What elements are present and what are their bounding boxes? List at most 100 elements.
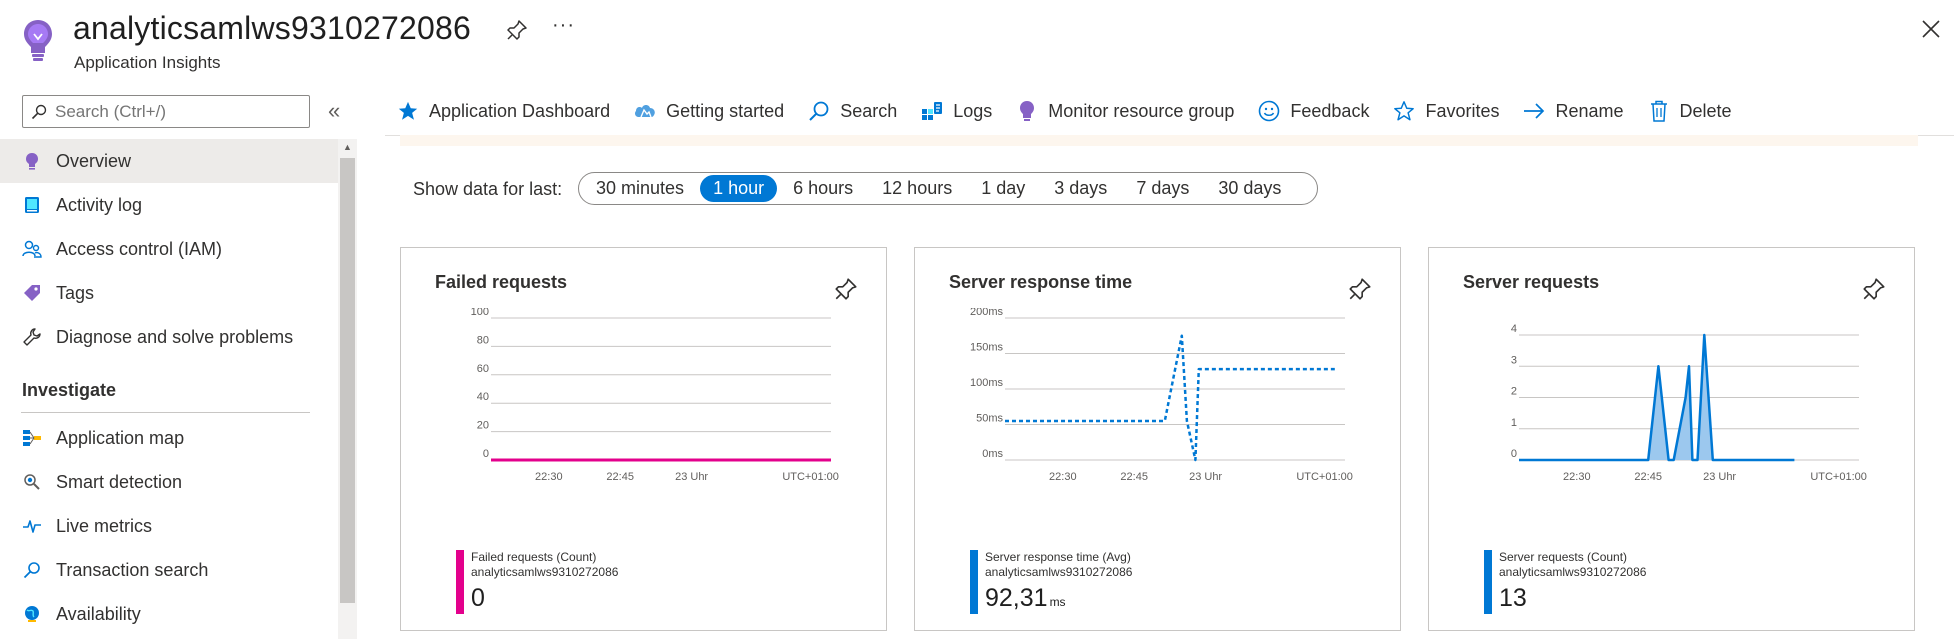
failed-requests-card[interactable]: Failed requests 100 80 60 40 20 0 22:30 22:45 23…	[400, 247, 887, 631]
legend-resource-name: analyticsamlws9310272086	[471, 565, 619, 579]
card-title: Server response time	[949, 272, 1133, 292]
application-dashboard-button[interactable]: Application Dashboard	[395, 98, 610, 124]
toolbar-label: Getting started	[666, 100, 785, 121]
y-tick-label: 150ms	[970, 342, 1004, 354]
sidebar-item-label: Tags	[56, 282, 95, 303]
sidebar-item-label: Diagnose and solve problems	[56, 326, 294, 347]
more-options-icon[interactable]: ···	[552, 14, 575, 37]
x-tick-label: 22:30	[1563, 471, 1591, 483]
y-tick-label: 100ms	[970, 377, 1004, 389]
time-range-6-hours[interactable]: 6 hours	[780, 175, 866, 202]
sidebar-item-smart-detection[interactable]: Smart detection	[0, 460, 338, 504]
smiley-icon	[1256, 98, 1282, 124]
close-icon[interactable]	[1920, 18, 1942, 40]
server-response-time-card[interactable]: Server response time 200ms 150ms 100ms 50ms…	[914, 247, 1401, 631]
wrench-icon	[21, 326, 43, 348]
legend-resource-name: analyticsamlws9310272086	[985, 565, 1133, 579]
toolbar-label: Delete	[1679, 100, 1732, 121]
time-range-1-hour[interactable]: 1 hour	[700, 175, 778, 202]
sidebar-search-box[interactable]	[22, 95, 310, 128]
y-tick-label: 40	[477, 391, 489, 403]
sidebar-divider	[21, 412, 310, 413]
command-toolbar: Application Dashboard Getting started Se…	[395, 96, 1754, 126]
x-tick-label: UTC+01:00	[782, 471, 839, 483]
sidebar-item-overview[interactable]: Overview	[0, 139, 338, 183]
time-range-3-days[interactable]: 3 days	[1041, 175, 1120, 202]
arrow-right-icon	[1521, 98, 1547, 124]
sidebar-item-label: Smart detection	[56, 471, 183, 492]
pin-icon[interactable]	[1861, 276, 1887, 302]
y-tick-label: 1	[1511, 417, 1517, 429]
star-filled-icon	[395, 98, 421, 124]
sidebar-item-tags[interactable]: Tags	[0, 271, 338, 315]
notification-strip	[400, 135, 1918, 146]
x-tick-label: 22:45	[1634, 471, 1662, 483]
y-tick-label: 20	[477, 420, 489, 432]
metric-unit: ms	[1049, 595, 1066, 609]
time-range-label: Show data for last:	[413, 179, 563, 199]
logs-button[interactable]: Logs	[919, 98, 992, 124]
toolbar-label: Search	[840, 100, 898, 121]
card-title: Server requests	[1463, 272, 1600, 292]
y-tick-label: 200ms	[970, 308, 1004, 318]
sidebar-item-label: Activity log	[56, 194, 143, 215]
sidebar-item-application-map[interactable]: Application map	[0, 416, 338, 460]
time-range-12-hours[interactable]: 12 hours	[869, 175, 965, 202]
time-range-7-days[interactable]: 7 days	[1123, 175, 1202, 202]
legend-color-swatch	[970, 550, 978, 614]
application-insights-icon	[24, 20, 52, 61]
legend-color-swatch	[456, 550, 464, 614]
x-tick-label: 22:45	[1120, 471, 1148, 483]
sidebar-item-live-metrics[interactable]: Live metrics	[0, 504, 338, 548]
failed-requests-chart: 100 80 60 40 20 0 22:30 22:45 23 Uhr UTC+01:00	[471, 308, 839, 483]
star-outline-icon	[1391, 98, 1417, 124]
app-map-icon	[21, 427, 43, 449]
delete-button[interactable]: Delete	[1646, 98, 1732, 124]
y-tick-label: 50ms	[976, 413, 1003, 425]
sidebar-item-access-control[interactable]: Access control (IAM)	[0, 227, 338, 271]
getting-started-button[interactable]: Getting started	[632, 98, 784, 124]
pin-icon[interactable]	[505, 18, 529, 42]
time-range-1-day[interactable]: 1 day	[968, 175, 1038, 202]
sidebar-item-diagnose[interactable]: Diagnose and solve problems	[0, 315, 338, 359]
server-requests-chart: 4 3 2 1 0 22:30 22:45 23 Uhr UTC+01:00	[1511, 323, 1867, 483]
pin-icon[interactable]	[833, 276, 859, 302]
y-tick-label: 0	[1511, 448, 1517, 460]
favorites-button[interactable]: Favorites	[1391, 98, 1499, 124]
feedback-button[interactable]: Feedback	[1256, 98, 1369, 124]
sidebar-scrollbar-thumb[interactable]	[340, 158, 355, 603]
metric-value: 92,31	[985, 584, 1048, 612]
sidebar-search-input[interactable]	[55, 101, 295, 122]
y-tick-label: 60	[477, 363, 489, 375]
search-icon	[21, 559, 43, 581]
x-tick-label: UTC+01:00	[1296, 471, 1353, 483]
search-icon	[806, 98, 832, 124]
pin-icon[interactable]	[1347, 276, 1373, 302]
search-button[interactable]: Search	[806, 98, 897, 124]
rename-button[interactable]: Rename	[1521, 98, 1624, 124]
sidebar-nav-investigate: Application map Smart detection Live met…	[0, 416, 338, 636]
time-range-30-days[interactable]: 30 days	[1205, 175, 1294, 202]
time-range-30-minutes[interactable]: 30 minutes	[583, 175, 697, 202]
sidebar-item-label: Overview	[56, 150, 132, 171]
sidebar-item-transaction-search[interactable]: Transaction search	[0, 548, 338, 592]
tag-icon	[21, 282, 43, 304]
y-tick-label: 3	[1511, 354, 1517, 366]
x-tick-label: 23 Uhr	[1189, 471, 1222, 483]
collapse-sidebar-button[interactable]: «	[328, 98, 340, 124]
people-icon	[21, 238, 43, 260]
lightbulb-icon	[1014, 98, 1040, 124]
sidebar-item-activity-log[interactable]: Activity log	[0, 183, 338, 227]
sidebar-item-availability[interactable]: Availability	[0, 592, 338, 636]
x-tick-label: 23 Uhr	[675, 471, 708, 483]
sidebar-item-label: Transaction search	[56, 559, 209, 580]
pulse-icon	[21, 515, 43, 537]
x-tick-label: 22:30	[1049, 471, 1077, 483]
sidebar-nav: Overview Activity log Access control (IA…	[0, 139, 338, 359]
scroll-up-arrow-icon[interactable]: ▲	[343, 142, 352, 152]
toolbar-label: Favorites	[1425, 100, 1500, 121]
legend-metric-name: Server requests (Count)	[1499, 550, 1628, 564]
monitor-resource-group-button[interactable]: Monitor resource group	[1014, 98, 1234, 124]
server-requests-card[interactable]: Server requests 4 3 2 1 0 22:30 22:45 23 Uhr UTC…	[1428, 247, 1915, 631]
lightbulb-icon	[21, 150, 43, 172]
